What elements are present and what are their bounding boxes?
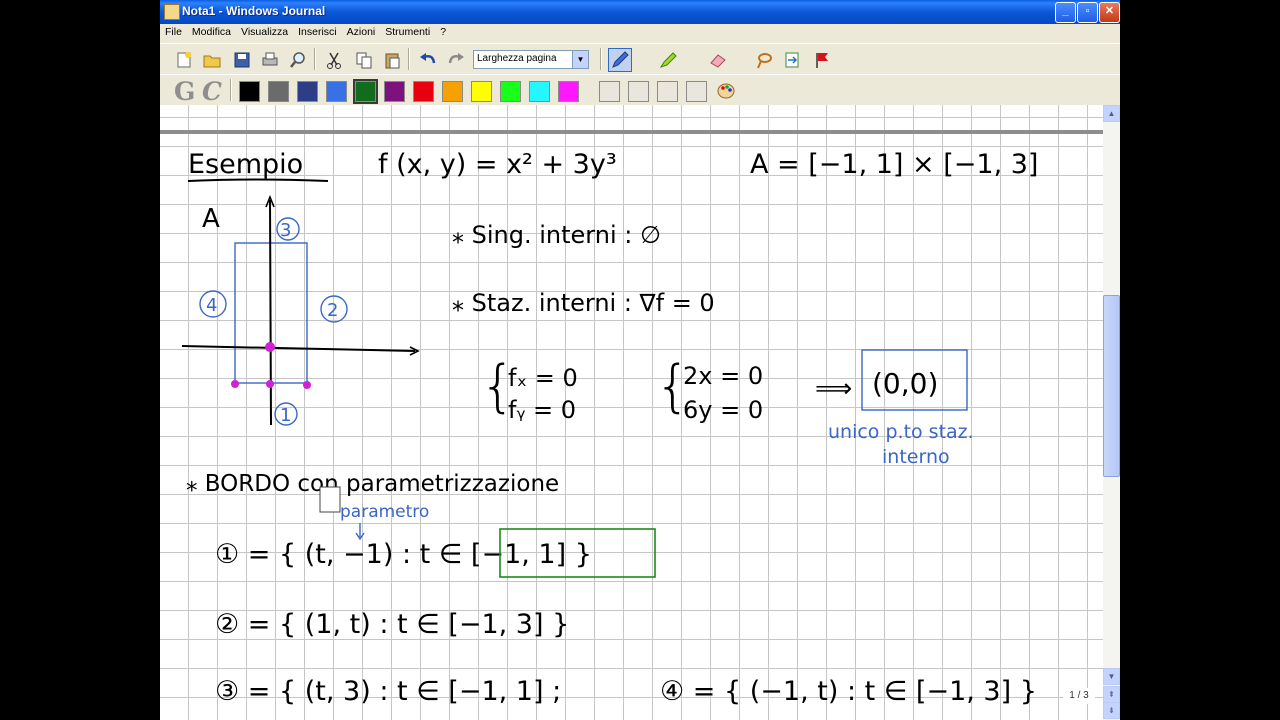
menu-strumenti[interactable]: Strumenti <box>380 24 435 38</box>
undo-icon[interactable] <box>416 48 440 72</box>
implies-arrow: ⟹ <box>815 374 852 404</box>
pen-color-swatch[interactable] <box>413 81 434 102</box>
close-button[interactable]: ✕ <box>1099 2 1120 23</box>
new-note-button[interactable] <box>172 48 196 72</box>
title-underline <box>187 178 329 182</box>
domain-definition: A = [−1, 1] × [−1, 3] <box>750 149 1038 180</box>
standard-toolbar: Larghezza pagina ▼ <box>160 43 1120 75</box>
edge-2-definition: ② = { (1, t) : t ∈ [−1, 3] } <box>215 609 569 640</box>
chevron-down-icon[interactable]: ▼ <box>572 51 588 68</box>
sing-interni-line: ⁎ Sing. interni : ∅ <box>452 221 661 249</box>
pen-color-swatch[interactable] <box>500 81 521 102</box>
system1-eq1: fₓ = 0 <box>508 364 578 392</box>
scroll-down-icon[interactable]: ▼ <box>1103 668 1120 685</box>
y-axis <box>269 199 272 426</box>
custom-color-slot[interactable] <box>599 81 620 102</box>
previous-page-icon[interactable]: ⇞ <box>1103 686 1120 703</box>
pen-color-swatch[interactable] <box>471 81 492 102</box>
result-point: (0,0) <box>872 367 938 400</box>
menu-file[interactable]: File <box>160 24 187 38</box>
paste-icon[interactable] <box>380 48 404 72</box>
print-button[interactable] <box>258 48 282 72</box>
flag-icon[interactable] <box>810 48 834 72</box>
highlighter-icon[interactable] <box>656 48 680 72</box>
cursor-box <box>319 486 341 513</box>
pen-color-swatch[interactable] <box>297 81 318 102</box>
svg-text:4: 4 <box>206 295 217 316</box>
svg-text:2: 2 <box>327 300 338 321</box>
menu-modifica[interactable]: Modifica <box>187 24 236 38</box>
menu-azioni[interactable]: Azioni <box>342 24 381 38</box>
copy-icon[interactable] <box>352 48 376 72</box>
insert-space-icon[interactable] <box>780 48 804 72</box>
function-definition: f (x, y) = x² + 3y³ <box>378 149 617 180</box>
custom-color-slot[interactable] <box>686 81 707 102</box>
system1-eq2: fᵧ = 0 <box>508 396 576 424</box>
zoom-select[interactable]: Larghezza pagina ▼ <box>473 50 589 69</box>
save-button[interactable] <box>230 48 254 72</box>
lasso-select-icon[interactable] <box>752 48 776 72</box>
system2-eq2: 6y = 0 <box>683 396 763 424</box>
open-button[interactable] <box>200 48 224 72</box>
search-icon[interactable] <box>286 48 310 72</box>
svg-text:1: 1 <box>280 405 291 426</box>
redo-icon[interactable] <box>444 48 468 72</box>
note-title: Esempio <box>188 149 303 180</box>
journal-page[interactable]: Esempio f (x, y) = x² + 3y³ A = [−1, 1] … <box>160 105 1103 720</box>
parametro-annotation: parametro <box>340 502 429 522</box>
menu-bar: File Modifica Visualizza Inserisci Azioni Str… <box>160 24 1120 42</box>
pen-color-swatch[interactable] <box>353 79 378 104</box>
cut-icon[interactable] <box>322 48 346 72</box>
x-axis <box>181 345 416 352</box>
svg-text:3: 3 <box>280 220 291 241</box>
minimize-button[interactable]: _ <box>1055 2 1076 23</box>
journal-window: Nota1 - Windows Journal _ ▫ ✕ File Modifi… <box>160 0 1120 720</box>
menu-help[interactable]: ? <box>435 24 451 38</box>
staz-interni-line: ⁎ Staz. interni : ∇f = 0 <box>452 289 715 317</box>
system2-eq1: 2x = 0 <box>683 362 763 390</box>
format-toolbar: G C <box>160 74 1120 106</box>
pen-color-swatch[interactable] <box>239 81 260 102</box>
edge-3-definition: ③ = { (t, 3) : t ∈ [−1, 1] ; <box>215 676 561 707</box>
pen-color-swatch[interactable] <box>384 81 405 102</box>
scroll-thumb[interactable] <box>1103 295 1120 477</box>
result-note-2: interno <box>882 446 950 468</box>
eraser-icon[interactable] <box>706 48 730 72</box>
next-page-icon[interactable]: ⇟ <box>1103 702 1120 719</box>
journal-app-icon <box>164 4 180 20</box>
window-title: Nota1 - Windows Journal <box>182 4 326 18</box>
vertical-scrollbar[interactable]: ▲ ▼ ⇞ ⇟ <box>1103 105 1120 720</box>
ink-layer: Esempio f (x, y) = x² + 3y³ A = [−1, 1] … <box>181 149 1038 707</box>
border-point <box>266 380 274 388</box>
custom-color-slot[interactable] <box>657 81 678 102</box>
edge-4-definition: ④ = { (−1, t) : t ∈ [−1, 3] } <box>660 676 1037 707</box>
result-note-1: unico p.to staz. <box>828 421 974 443</box>
pen-tool-button[interactable] <box>608 48 632 72</box>
custom-color-slot[interactable] <box>628 81 649 102</box>
bold-button[interactable]: G <box>174 77 195 106</box>
edge-1-definition: ① = { (t, −1) : t ∈ [−1, 1] } <box>215 539 592 570</box>
pen-color-swatch[interactable] <box>326 81 347 102</box>
parametro-arrow <box>355 523 365 541</box>
pen-color-swatch[interactable] <box>558 81 579 102</box>
menu-inserisci[interactable]: Inserisci <box>293 24 342 38</box>
page-indicator: 1 / 3 <box>1063 688 1095 704</box>
maximize-button[interactable]: ▫ <box>1077 2 1098 23</box>
graph-label-a: A <box>202 204 220 234</box>
corner-point <box>231 380 239 388</box>
bordo-line: ⁎ BORDO con parametrizzazione <box>186 471 559 497</box>
menu-visualizza[interactable]: Visualizza <box>236 24 293 38</box>
italic-button[interactable]: C <box>202 77 222 106</box>
stationary-point <box>265 342 275 352</box>
pen-color-swatch[interactable] <box>529 81 550 102</box>
pen-color-swatch[interactable] <box>442 81 463 102</box>
corner-point <box>303 381 311 389</box>
palette-icon[interactable] <box>714 79 738 103</box>
scroll-up-icon[interactable]: ▲ <box>1103 105 1120 122</box>
pen-color-swatch[interactable] <box>268 81 289 102</box>
title-bar: Nota1 - Windows Journal _ ▫ ✕ <box>160 0 1120 24</box>
